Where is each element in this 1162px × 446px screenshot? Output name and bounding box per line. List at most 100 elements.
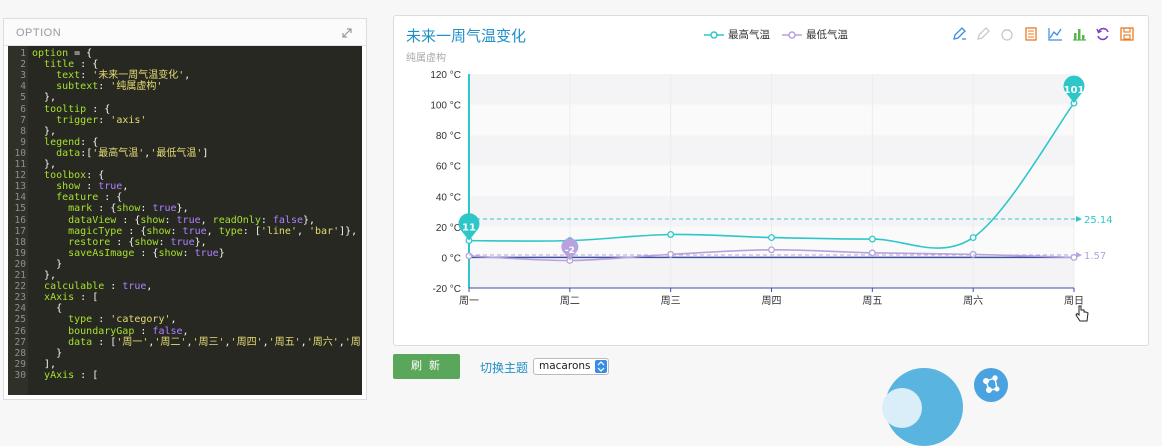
line-number: 29 — [14, 358, 26, 370]
code-text: magicType : {show: true, type: ['line', … — [68, 225, 358, 237]
code-text: }, — [32, 125, 57, 137]
code-line: 24 { — [8, 303, 362, 314]
code-text: yAxis : [ — [44, 369, 99, 381]
code-text: } — [32, 258, 63, 270]
code-text: }, — [32, 159, 57, 170]
code-line: 1 option = { — [8, 48, 362, 59]
line-number: 11 — [14, 159, 26, 170]
code-line: 13 show : true, — [8, 181, 362, 192]
code-text: ], — [32, 358, 57, 370]
data-point — [667, 250, 675, 258]
data-point — [969, 250, 977, 258]
y-tick-label: 60 °C — [436, 162, 461, 173]
line-number: 27 — [14, 336, 26, 348]
code-line: 28 } — [8, 348, 362, 359]
line-chart[interactable]: 120 °C 100 °C 80 °C 60 °C 40 °C 20 °C 0 °C -20 … — [394, 16, 1148, 345]
code-line: 23 xAxis : [ — [8, 292, 362, 303]
code-text: text: '未来一周气温变化', — [56, 70, 191, 82]
y-tick-label: 20 °C — [436, 223, 461, 234]
line-number: 18 — [14, 236, 26, 248]
code-line: 18 restore : {show: true}, — [8, 237, 362, 248]
line-number: 6 — [20, 103, 26, 115]
code-text: }, — [32, 92, 57, 104]
code-text: mark : {show: true}, — [68, 203, 189, 215]
network-graph-icon[interactable] — [974, 368, 1008, 402]
line-number: 5 — [20, 92, 26, 104]
code-line: 2 title : { — [8, 59, 362, 70]
line-number: 14 — [14, 192, 26, 204]
line-number: 8 — [20, 125, 26, 137]
y-tick-label: -20 °C — [433, 284, 461, 295]
line-number: 16 — [14, 214, 26, 226]
x-tick-label: 周二 — [560, 295, 580, 307]
line-number: 12 — [14, 170, 26, 182]
line-number: 17 — [14, 225, 26, 237]
mark-point-label: 101 — [1064, 85, 1085, 96]
line-number: 7 — [20, 114, 26, 126]
line-number: 28 — [14, 347, 26, 359]
code-text: calculable : true, — [44, 281, 153, 293]
x-tick-label: 周四 — [762, 295, 782, 307]
code-text: }, — [32, 270, 57, 281]
code-line: 27 data : ['周一','周二','周三','周四','周五','周六'… — [8, 337, 362, 348]
refresh-button[interactable]: 刷 新 — [393, 354, 460, 379]
x-tick-label: 周五 — [862, 295, 882, 307]
x-tick-label: 周三 — [661, 295, 681, 307]
option-header: OPTION — [4, 19, 366, 46]
code-line: 12 toolbox: { — [8, 170, 362, 181]
line-number: 4 — [20, 81, 26, 93]
code-text: show : true, — [56, 181, 129, 193]
code-line: 19 saveAsImage : {show: true} — [8, 248, 362, 259]
code-text: { — [32, 303, 63, 315]
chart-card: 未来一周气温变化 纯属虚构 最高气温 最低气温 120 °C 100 °C 80 °… — [393, 15, 1149, 346]
average-label: 1.57 — [1084, 251, 1106, 262]
code-line: 15 mark : {show: true}, — [8, 203, 362, 214]
code-line: 10 data:['最高气温','最低气温'] — [8, 148, 362, 159]
code-text: type : 'category', — [68, 314, 177, 326]
theme-select-value: macarons — [539, 360, 591, 372]
line-number: 13 — [14, 181, 26, 193]
expand-icon[interactable] — [340, 25, 354, 39]
code-text: data:['最高气温','最低气温'] — [56, 147, 209, 159]
code-line: 16 dataView : {show: true, readOnly: fal… — [8, 215, 362, 226]
code-line: 21 }, — [8, 270, 362, 281]
code-editor[interactable]: 1 option = {2 title : {3 text: '未来一周气温变化'… — [8, 46, 362, 395]
code-line: 20 } — [8, 259, 362, 270]
theme-select[interactable]: macarons — [533, 358, 609, 375]
code-text: xAxis : [ — [44, 292, 99, 304]
code-line: 5 }, — [8, 92, 362, 103]
code-line: 30 yAxis : [ — [8, 370, 362, 381]
code-line: 11 }, — [8, 159, 362, 170]
option-title: OPTION — [16, 27, 62, 39]
line-number: 10 — [14, 147, 26, 159]
theme-label: 切换主题 — [480, 361, 529, 375]
code-line: 6 tooltip : { — [8, 104, 362, 115]
code-line: 22 calculable : true, — [8, 281, 362, 292]
code-line: 4 subtext: '纯属虚构' — [8, 81, 362, 92]
line-number: 19 — [14, 247, 26, 259]
mark-line-arrow — [1076, 216, 1082, 223]
line-number: 22 — [14, 281, 26, 293]
code-text: option = { — [32, 48, 93, 59]
code-text: tooltip : { — [44, 103, 111, 115]
code-text: trigger: 'axis' — [56, 114, 147, 126]
x-tick-label: 周六 — [963, 295, 983, 307]
code-text: feature : { — [56, 192, 123, 204]
x-tick-label: 周一 — [459, 295, 479, 307]
line-number: 2 — [20, 59, 26, 71]
code-line: 3 text: '未来一周气温变化', — [8, 70, 362, 81]
y-tick-label: 100 °C — [430, 101, 461, 112]
line-number: 15 — [14, 203, 26, 215]
hand-cursor-icon — [1075, 305, 1089, 327]
line-number: 25 — [14, 314, 26, 326]
code-line: 26 boundaryGap : false, — [8, 326, 362, 337]
line-number: 23 — [14, 292, 26, 304]
y-tick-label: 0 °C — [441, 253, 461, 264]
code-line: 7 trigger: 'axis' — [8, 115, 362, 126]
code-text: } — [32, 347, 63, 359]
code-text: legend: { — [44, 136, 99, 148]
code-line: 9 legend: { — [8, 137, 362, 148]
code-text: dataView : {show: true, readOnly: false}… — [68, 214, 316, 226]
code-text: subtext: '纯属虚构' — [56, 81, 163, 93]
line-number: 20 — [14, 258, 26, 270]
